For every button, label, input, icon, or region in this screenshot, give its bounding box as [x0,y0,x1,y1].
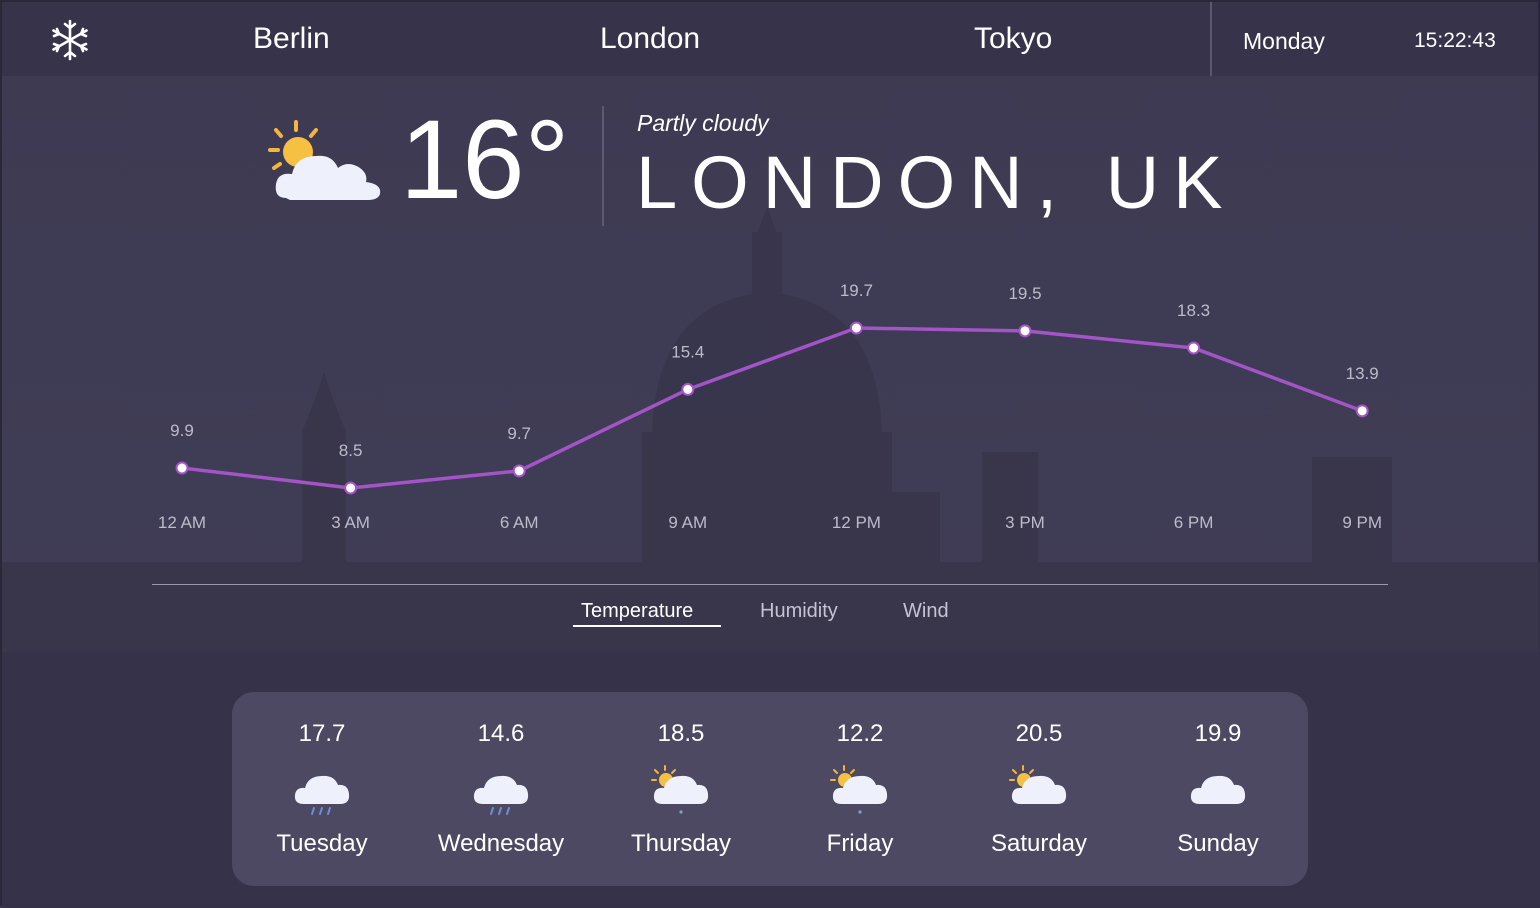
location-title: LONDON, UK [636,141,1237,224]
hero-divider [602,106,604,226]
topbar-divider [1210,2,1212,76]
weekly-forecast-panel: 17.7 Tuesday 14.6 Wednesday 18.5 Thursday 12.2… [232,692,1308,886]
forecast-day-label: Thursday [630,830,732,857]
forecast-day-label: Sunday [1177,830,1259,857]
current-day: Monday [1243,28,1325,54]
top-navigation-bar: Berlin London Tokyo Monday 15:22:43 [2,2,1538,76]
snowflake-icon[interactable] [48,18,92,62]
x-tick-label: 6 PM [1174,513,1214,532]
rain-cloud-icon [294,775,350,815]
active-tab-underline [573,625,721,627]
x-tick-label: 3 AM [331,513,370,532]
city-tab-london[interactable]: London [600,22,700,56]
data-label: 19.5 [1008,284,1041,303]
x-tick-label: 9 AM [668,513,707,532]
x-tick-label: 12 PM [832,513,881,532]
data-label: 9.7 [507,424,531,443]
data-point[interactable] [1355,404,1369,418]
forecast-temperature: 18.5 [657,720,705,747]
current-time: 15:22:43 [1414,29,1496,52]
forecast-day-label: Saturday [990,830,1088,857]
data-point[interactable] [1018,324,1032,338]
data-point[interactable] [175,461,189,475]
partly-cloudy-icon [268,120,381,200]
partly-cloudy-icon [1009,765,1067,804]
current-temperature: 16° [400,97,570,222]
x-tick-label: 6 AM [500,513,539,532]
city-tab-tokyo[interactable]: Tokyo [974,22,1052,56]
sun-cloud-drizzle-icon [830,765,888,814]
city-tab-berlin[interactable]: Berlin [253,22,330,56]
x-tick-label: 12 AM [158,513,206,532]
temperature-series-line [181,326,1363,490]
rain-cloud-icon [473,775,529,815]
cloud-icon [1190,775,1246,804]
x-tick-label: 3 PM [1005,513,1045,532]
forecast-temperature: 17.7 [298,720,346,747]
data-point[interactable] [1187,341,1201,355]
data-point[interactable] [849,321,863,335]
forecast-day-label: Friday [826,830,894,857]
tab-humidity[interactable]: Humidity [760,600,838,623]
data-point[interactable] [681,382,695,396]
weather-condition: Partly cloudy [637,110,769,136]
sun-cloud-drizzle-icon [651,765,709,814]
data-point[interactable] [344,481,358,495]
data-label: 8.5 [339,441,363,460]
hourly-temperature-chart: 9.9 12 AM 8.5 3 AM 9.7 6 AM 15.4 9 AM 19.7 12 PM 1… [158,281,1382,532]
forecast-day-label: Wednesday [437,830,565,857]
data-label: 15.4 [671,342,704,361]
forecast-temperature: 20.5 [1015,720,1063,747]
data-label: 18.3 [1177,301,1210,320]
data-label: 9.9 [170,421,194,440]
chart-baseline [152,584,1388,585]
x-tick-label: 9 PM [1342,513,1382,532]
data-point[interactable] [512,464,526,478]
data-label: 13.9 [1346,364,1379,383]
forecast-temperature: 14.6 [477,720,525,747]
forecast-temperature: 19.9 [1194,720,1242,747]
forecast-day-label: Tuesday [276,830,368,857]
tab-wind[interactable]: Wind [903,600,949,623]
tab-temperature[interactable]: Temperature [581,600,693,623]
data-label: 19.7 [840,281,873,300]
forecast-temperature: 12.2 [836,720,884,747]
